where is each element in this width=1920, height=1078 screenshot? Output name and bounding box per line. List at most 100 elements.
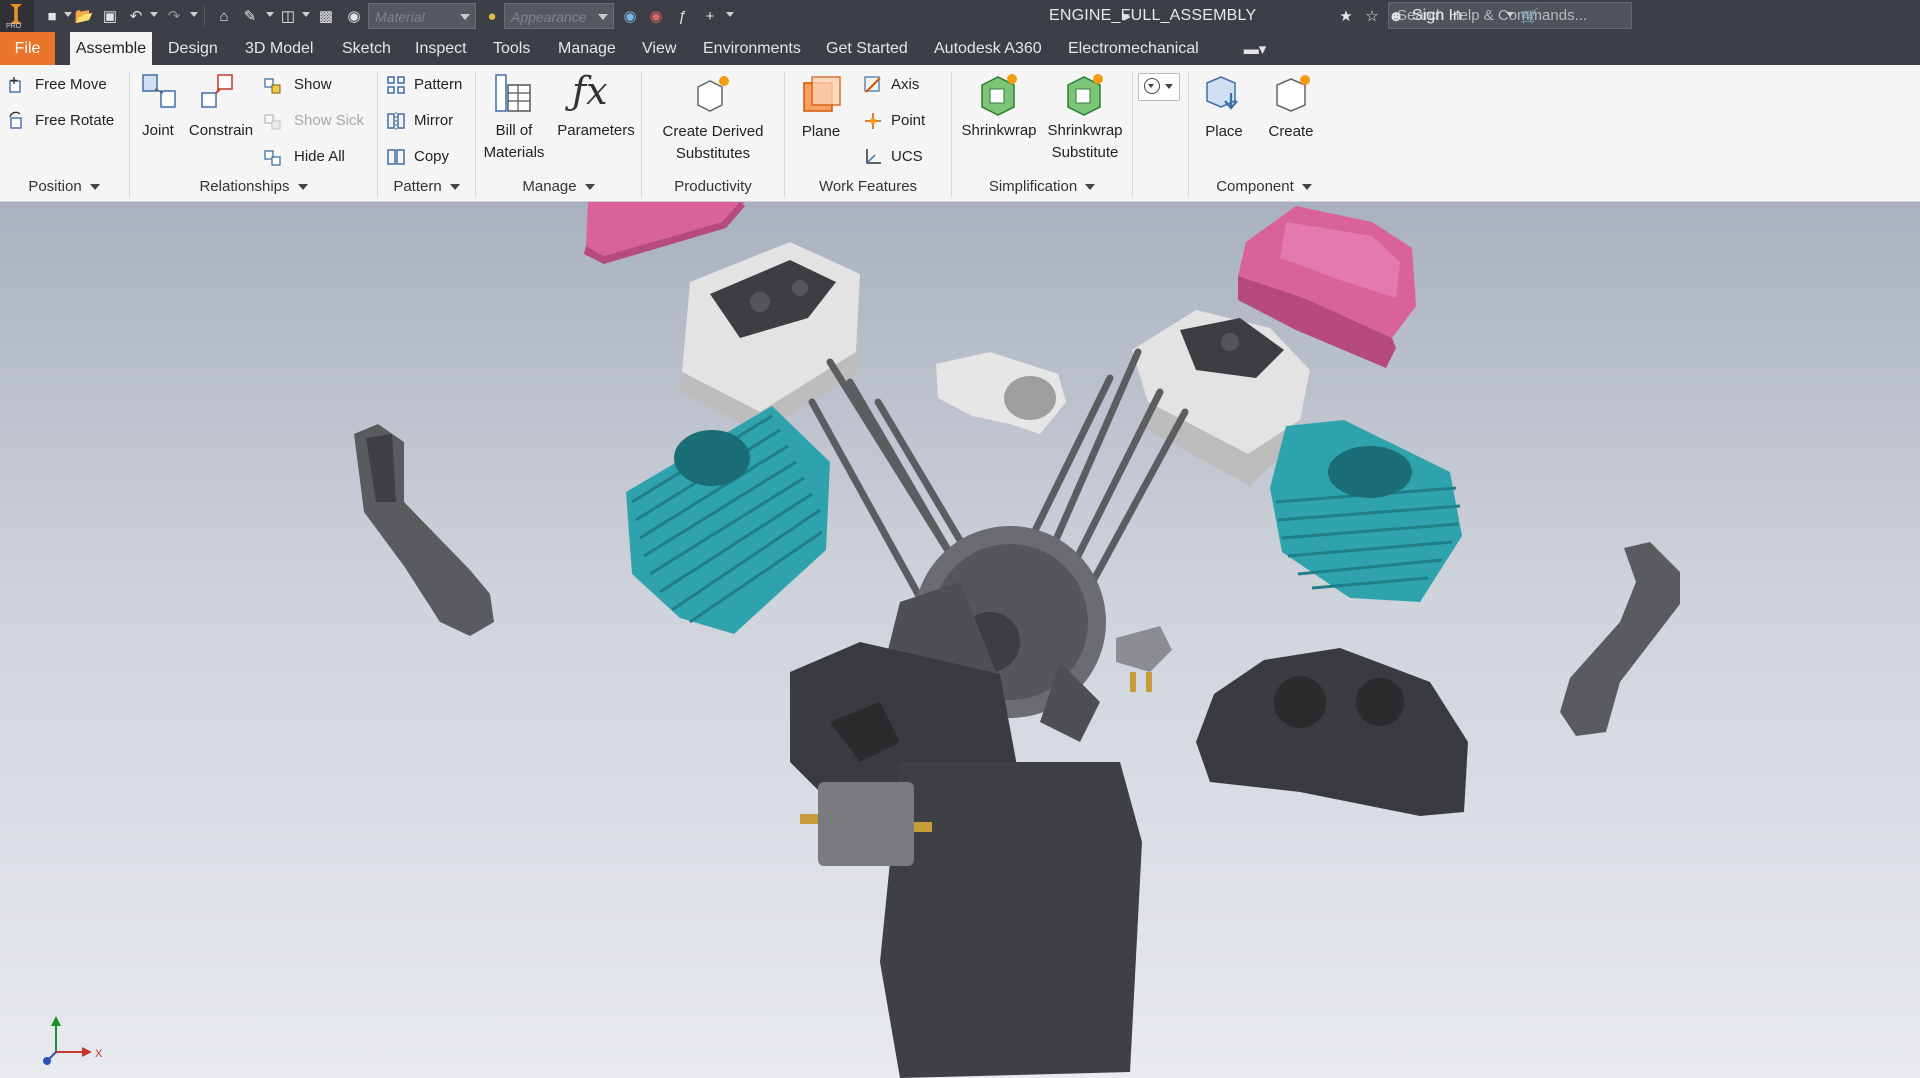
ribbon-display-toggle-icon[interactable]: ▬▾ [1240,39,1270,59]
exhaust-pipe-left[interactable] [354,424,494,636]
tab-manage[interactable]: Manage [558,32,616,65]
material-dropdown[interactable]: Material [368,3,476,29]
show-sick-button[interactable]: Show Sick [294,112,364,129]
return-icon[interactable]: ✎ [240,6,260,26]
parameters-button[interactable]: Parameters [552,120,640,142]
bill-of-materials-button[interactable]: Bill of Materials [476,120,552,164]
transmission-housing[interactable] [800,762,1142,1078]
triad-z-dot-icon [43,1057,51,1065]
ribbon-tab-bar: File Assemble Design 3D Model Sketch Ins… [0,32,1920,65]
new-file-icon[interactable]: ■ [42,6,62,26]
search-binoculars-icon[interactable]: ★ [1336,6,1356,26]
free-move-button[interactable]: Free Move [35,76,107,93]
panel-title-position[interactable]: Position [0,175,128,201]
pattern-icon [387,76,405,94]
constrain-button[interactable]: Constrain [186,120,256,142]
create-derived-substitutes-button[interactable]: Create Derived Substitutes [642,121,784,165]
open-icon[interactable]: 📂 [74,6,94,26]
panel-title-pattern[interactable]: Pattern [378,175,475,201]
new-dropdown-icon[interactable] [64,12,72,17]
return-dropdown-icon[interactable] [266,12,274,17]
tab-get-started[interactable]: Get Started [826,32,908,65]
undo-dropdown-icon[interactable] [150,12,158,17]
graphics-viewport[interactable]: X [0,202,1920,1078]
cart-icon[interactable]: 🛒 [1520,6,1540,26]
redo-icon[interactable]: ↷ [164,6,184,26]
shrinkwrap-button[interactable]: Shrinkwrap [956,120,1042,142]
cylinder-barrel-left[interactable] [626,406,830,634]
sign-in-dropdown-icon[interactable] [1506,12,1514,17]
panel-title-component[interactable]: Component [1189,175,1339,201]
show-button[interactable]: Show [294,76,332,93]
undo-icon[interactable]: ↶ [126,6,146,26]
valve-cover-left[interactable] [584,202,745,264]
crankcase-right[interactable] [1196,648,1468,816]
place-button[interactable]: Place [1189,121,1259,143]
user-icon[interactable]: ☻ [1386,6,1406,26]
select-icon[interactable]: ◫ [278,6,298,26]
exhaust-pipe-right[interactable] [1560,542,1680,736]
view-triad[interactable]: X [38,1010,108,1068]
hide-all-button[interactable]: Hide All [294,148,345,165]
create-component-button[interactable]: Create [1255,121,1327,143]
copy-button[interactable]: Copy [414,148,449,165]
tab-tools[interactable]: Tools [493,32,530,65]
free-rotate-button[interactable]: Free Rotate [35,112,114,129]
show-icon [264,78,281,94]
tab-view[interactable]: View [642,32,676,65]
fx-icon[interactable]: ƒ [672,6,692,26]
adjust-appearance-icon[interactable]: ◉ [620,6,640,26]
update-icon[interactable]: ▩ [316,6,336,26]
panel-title-simplification[interactable]: Simplification [952,175,1132,201]
parameters-fx-icon: ƒx [572,69,608,113]
quick-access-toolbar: PRO ■ 📂 ▣ ↶ ↷ ⌂ ✎ ◫ ▩ ◉ Material ● Appea… [0,0,1920,32]
tab-file[interactable]: File [0,32,55,65]
clear-appearance-icon[interactable]: ◉ [646,6,666,26]
ucs-button[interactable]: UCS [891,148,923,165]
customize-qat-icon[interactable] [726,12,734,17]
panel-title-relationships[interactable]: Relationships [130,175,377,201]
tab-assemble[interactable]: Assemble [70,32,152,65]
appearance-icon[interactable]: ● [482,6,502,26]
panel-pattern: Pattern Mirror Copy Pattern [378,65,475,201]
tab-inspect[interactable]: Inspect [415,32,467,65]
save-icon[interactable]: ▣ [100,6,120,26]
tab-design[interactable]: Design [168,32,218,65]
home-icon[interactable]: ⌂ [214,6,234,26]
pattern-button[interactable]: Pattern [414,76,462,93]
tab-electromechanical[interactable]: Electromechanical [1068,32,1199,65]
add-icon[interactable]: + [700,6,720,26]
tab-environments[interactable]: Environments [703,32,801,65]
tab-autodesk-a360[interactable]: Autodesk A360 [934,32,1042,65]
inventor-window: PRO ■ 📂 ▣ ↶ ↷ ⌂ ✎ ◫ ▩ ◉ Material ● Appea… [0,0,1920,1078]
axis-button[interactable]: Axis [891,76,919,93]
sign-in-link[interactable]: Sign In [1412,7,1462,25]
select-dropdown-icon[interactable] [302,12,310,17]
constrain-icon [201,74,233,108]
infocenter-arrow-icon[interactable]: ▸ [1117,6,1137,26]
plane-button[interactable]: Plane [785,121,857,143]
panel-divider [1132,71,1133,197]
copy-icon [387,149,405,165]
app-logo[interactable]: PRO [0,0,34,32]
panel-title-manage[interactable]: Manage [476,175,641,201]
globe-icon[interactable]: ◉ [344,6,364,26]
favorites-star-icon[interactable]: ☆ [1362,6,1382,26]
mirror-button[interactable]: Mirror [414,112,453,129]
redo-dropdown-icon[interactable] [190,12,198,17]
cylinder-head-left[interactable] [680,242,860,434]
mirror-icon [387,112,405,130]
cylinder-barrel-right[interactable] [1270,420,1462,602]
exploded-engine-model[interactable] [0,202,1920,1078]
tab-3d-model[interactable]: 3D Model [245,32,313,65]
point-button[interactable]: Point [891,112,925,129]
ribbon: Free Move Free Rotate Position Joint Con… [0,65,1920,202]
oil-pump[interactable] [1116,626,1172,692]
tab-sketch[interactable]: Sketch [342,32,391,65]
joint-button[interactable]: Joint [130,120,186,142]
intake-manifold[interactable] [936,352,1066,434]
appearance-dropdown[interactable]: Appearance [504,3,614,29]
more-dropdown[interactable] [1138,73,1180,101]
dropdown-arrow-icon [1165,84,1173,89]
shrinkwrap-substitute-button[interactable]: Shrinkwrap Substitute [1042,120,1128,164]
